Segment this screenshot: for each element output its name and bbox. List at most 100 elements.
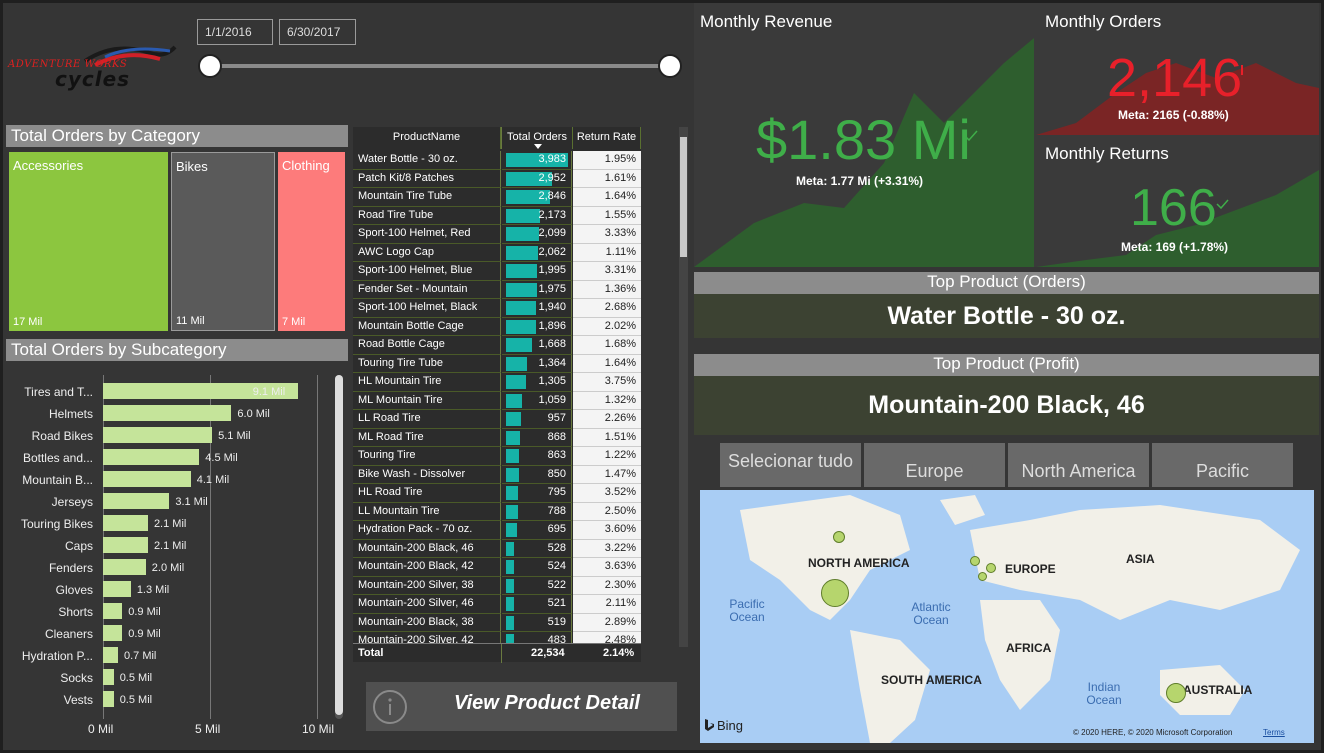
bar-value-label: 2.1 Mil bbox=[153, 518, 187, 530]
table-row[interactable]: Mountain Bottle Cage 1,896 2.02% bbox=[353, 317, 641, 336]
region-europe-button[interactable]: Europe bbox=[864, 443, 1005, 487]
bar[interactable] bbox=[103, 625, 123, 641]
table-row[interactable]: Water Bottle - 30 oz. 3,983 1.95% bbox=[353, 151, 641, 170]
table-row[interactable]: Bike Wash - Dissolver 850 1.47% bbox=[353, 465, 641, 484]
table-row[interactable]: AWC Logo Cap 2,062 1.11% bbox=[353, 243, 641, 262]
chart-scrollbar[interactable] bbox=[335, 375, 343, 719]
bar-value-label: 1.3 Mil bbox=[136, 584, 170, 596]
table-row[interactable]: Sport-100 Helmet, Blue 1,995 3.31% bbox=[353, 262, 641, 281]
map-bubble[interactable] bbox=[970, 556, 980, 566]
return-rate-cell: 3.52% bbox=[573, 484, 641, 503]
map-bubble[interactable] bbox=[986, 563, 996, 573]
map-bubble[interactable] bbox=[978, 572, 987, 581]
orders-data-bar bbox=[506, 430, 520, 445]
table-row[interactable]: ML Road Tire 868 1.51% bbox=[353, 428, 641, 447]
map-label-europe: EUROPE bbox=[1005, 562, 1056, 576]
table-row[interactable]: Hydration Pack - 70 oz. 695 3.60% bbox=[353, 521, 641, 540]
table-row[interactable]: Mountain-200 Black, 42 524 3.63% bbox=[353, 558, 641, 577]
revenue-value: $1.83 Mi bbox=[756, 108, 971, 171]
table-row[interactable]: Sport-100 Helmet, Black 1,940 2.68% bbox=[353, 299, 641, 318]
bar[interactable] bbox=[103, 581, 131, 597]
table-scroll-thumb[interactable] bbox=[680, 137, 687, 257]
bar[interactable] bbox=[103, 537, 148, 553]
start-date-input[interactable]: 1/1/2016 bbox=[197, 19, 273, 45]
table-row[interactable]: HL Road Tire 795 3.52% bbox=[353, 484, 641, 503]
bar[interactable] bbox=[103, 559, 146, 575]
view-product-detail-button[interactable]: View Product Detail bbox=[366, 682, 677, 731]
table-row[interactable]: Touring Tire 863 1.22% bbox=[353, 447, 641, 466]
treemap-clothing[interactable]: Clothing 7 Mil bbox=[278, 152, 345, 331]
col-header-productname[interactable]: ProductName bbox=[353, 127, 501, 149]
category-chart-title: Total Orders by Category bbox=[6, 125, 348, 147]
table-row[interactable]: LL Mountain Tire 788 2.50% bbox=[353, 502, 641, 521]
table-row[interactable]: Sport-100 Helmet, Red 2,099 3.33% bbox=[353, 225, 641, 244]
region-north-america-button[interactable]: North America bbox=[1008, 443, 1149, 487]
table-row[interactable]: Mountain-200 Black, 46 528 3.22% bbox=[353, 539, 641, 558]
bar[interactable] bbox=[103, 471, 191, 487]
table-row[interactable]: Road Bottle Cage 1,668 1.68% bbox=[353, 336, 641, 355]
table-row[interactable]: Mountain Tire Tube 2,846 1.64% bbox=[353, 188, 641, 207]
product-name-cell: Mountain-200 Silver, 38 bbox=[353, 576, 501, 595]
table-row[interactable]: Patch Kit/8 Patches 2,952 1.61% bbox=[353, 169, 641, 188]
bar[interactable] bbox=[103, 515, 148, 531]
table-row[interactable]: Fender Set - Mountain 1,975 1.36% bbox=[353, 280, 641, 299]
treemap-bikes[interactable]: Bikes 11 Mil bbox=[171, 152, 275, 331]
bar-value-label: 6.0 Mil bbox=[237, 408, 270, 420]
col-header-return-rate[interactable]: Return Rate bbox=[573, 127, 641, 149]
sales-map[interactable]: NORTH AMERICA EUROPE ASIA AFRICA SOUTH A… bbox=[700, 490, 1314, 743]
table-row[interactable]: Mountain-200 Black, 38 519 2.89% bbox=[353, 613, 641, 632]
bar[interactable] bbox=[103, 603, 123, 619]
category-label: Helmets bbox=[48, 407, 93, 421]
table-row[interactable]: LL Road Tire 957 2.26% bbox=[353, 410, 641, 429]
bar[interactable] bbox=[103, 691, 114, 707]
bar[interactable] bbox=[103, 449, 200, 465]
map-bubble[interactable] bbox=[833, 531, 845, 543]
bar[interactable] bbox=[103, 669, 114, 685]
orders-value: 868 bbox=[547, 430, 566, 443]
map-bubble[interactable] bbox=[1166, 683, 1186, 703]
map-label-north-america: NORTH AMERICA bbox=[808, 556, 910, 570]
date-slider-track[interactable] bbox=[209, 64, 671, 68]
table-row[interactable]: Road Tire Tube 2,173 1.55% bbox=[353, 206, 641, 225]
orders-data-bar bbox=[506, 208, 540, 223]
orders-value: 524 bbox=[547, 560, 566, 572]
product-name-cell: Touring Tire bbox=[353, 447, 501, 466]
region-pacific-button[interactable]: Pacific bbox=[1152, 443, 1293, 487]
product-name-cell: AWC Logo Cap bbox=[353, 243, 501, 262]
orders-value: 1,059 bbox=[538, 393, 566, 406]
bar[interactable] bbox=[103, 493, 170, 509]
treemap-label: Clothing bbox=[282, 158, 330, 173]
table-row[interactable]: ML Mountain Tire 1,059 1.32% bbox=[353, 391, 641, 410]
date-slider-end-handle[interactable] bbox=[658, 54, 682, 78]
orders-data-bar bbox=[506, 301, 537, 315]
table-row[interactable]: HL Mountain Tire 1,305 3.75% bbox=[353, 373, 641, 392]
bar[interactable] bbox=[103, 405, 232, 421]
category-label: Fenders bbox=[48, 561, 93, 575]
bar-value-label: 9.1 Mil bbox=[252, 386, 286, 398]
category-label: Caps bbox=[64, 539, 93, 553]
returns-meta: Meta: 169 (+1.78%) bbox=[1121, 240, 1229, 254]
table-row[interactable]: Mountain-200 Silver, 46 521 2.11% bbox=[353, 595, 641, 614]
product-name-cell: ML Mountain Tire bbox=[353, 391, 501, 410]
category-label: Touring Bikes bbox=[20, 517, 93, 531]
total-orders-cell: 695 bbox=[502, 521, 572, 540]
treemap-label: Bikes bbox=[176, 159, 208, 174]
return-rate-cell: 3.31% bbox=[573, 262, 641, 281]
table-row[interactable]: Mountain-200 Silver, 38 522 2.30% bbox=[353, 576, 641, 595]
table-row[interactable]: Touring Tire Tube 1,364 1.64% bbox=[353, 354, 641, 373]
map-bubble[interactable] bbox=[821, 579, 849, 607]
map-terms-link[interactable]: Terms bbox=[1263, 728, 1285, 737]
bar[interactable] bbox=[103, 647, 118, 663]
treemap-accessories[interactable]: Accessories 17 Mil bbox=[9, 152, 168, 331]
bar-value-label: 2.1 Mil bbox=[153, 540, 187, 552]
gridline bbox=[317, 375, 318, 719]
bar[interactable] bbox=[103, 427, 213, 443]
date-slider-start-handle[interactable] bbox=[198, 54, 222, 78]
return-rate-cell: 2.50% bbox=[573, 502, 641, 521]
end-date-input[interactable]: 6/30/2017 bbox=[279, 19, 356, 45]
total-orders-cell: 788 bbox=[502, 502, 572, 521]
orders-data-bar bbox=[506, 319, 536, 334]
product-name-cell: Touring Tire Tube bbox=[353, 354, 501, 373]
region-select-all-button[interactable]: Selecionar tudo bbox=[720, 443, 861, 487]
product-name-cell: Fender Set - Mountain bbox=[353, 280, 501, 299]
